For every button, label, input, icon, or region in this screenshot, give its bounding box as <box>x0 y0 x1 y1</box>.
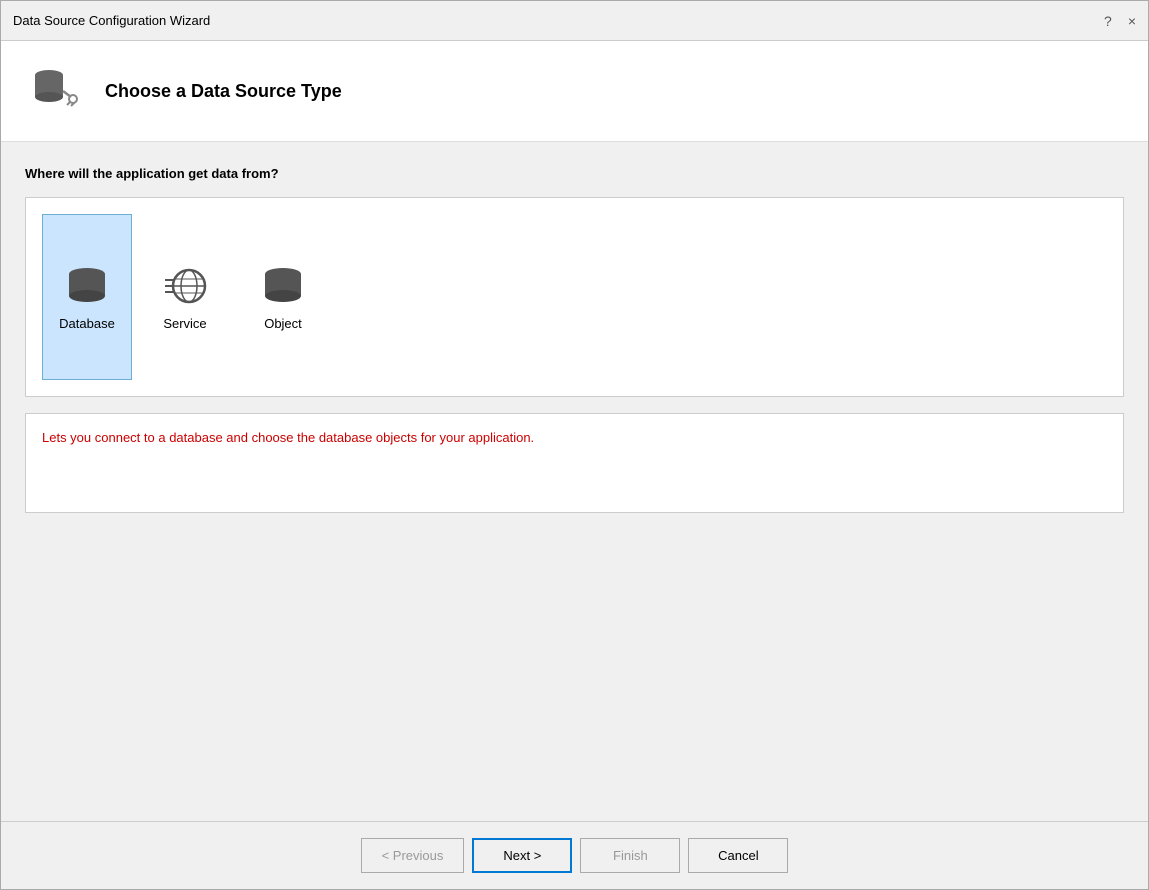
title-bar-controls: ? × <box>1104 14 1136 28</box>
description-text: Lets you connect to a database and choos… <box>42 430 534 445</box>
title-bar-left: Data Source Configuration Wizard <box>13 13 210 28</box>
header-title-text: Choose a Data Source Type <box>105 81 342 102</box>
title-bar: Data Source Configuration Wizard ? × <box>1 1 1148 41</box>
object-label: Object <box>264 316 302 331</box>
footer: < Previous Next > Finish Cancel <box>1 821 1148 889</box>
previous-button[interactable]: < Previous <box>361 838 465 873</box>
object-option-icon <box>257 264 309 308</box>
database-label: Database <box>59 316 115 331</box>
close-button[interactable]: × <box>1128 14 1136 28</box>
help-button[interactable]: ? <box>1104 14 1112 28</box>
dialog-window: Data Source Configuration Wizard ? × Cho <box>0 0 1149 890</box>
database-option-icon <box>61 264 113 308</box>
option-database[interactable]: Database <box>42 214 132 380</box>
header-icon <box>25 61 85 121</box>
description-box: Lets you connect to a database and choos… <box>25 413 1124 513</box>
main-content: Where will the application get data from… <box>1 142 1148 821</box>
header-section: Choose a Data Source Type <box>1 41 1148 142</box>
section-question: Where will the application get data from… <box>25 166 1124 181</box>
window-title: Data Source Configuration Wizard <box>13 13 210 28</box>
option-service[interactable]: Service <box>140 214 230 380</box>
service-option-icon <box>159 264 211 308</box>
option-object[interactable]: Object <box>238 214 328 380</box>
finish-button[interactable]: Finish <box>580 838 680 873</box>
options-box: Database Service <box>25 197 1124 397</box>
datasource-icon <box>27 63 83 119</box>
header-title: Choose a Data Source Type <box>105 81 342 101</box>
service-label: Service <box>163 316 206 331</box>
next-button[interactable]: Next > <box>472 838 572 873</box>
cancel-button[interactable]: Cancel <box>688 838 788 873</box>
